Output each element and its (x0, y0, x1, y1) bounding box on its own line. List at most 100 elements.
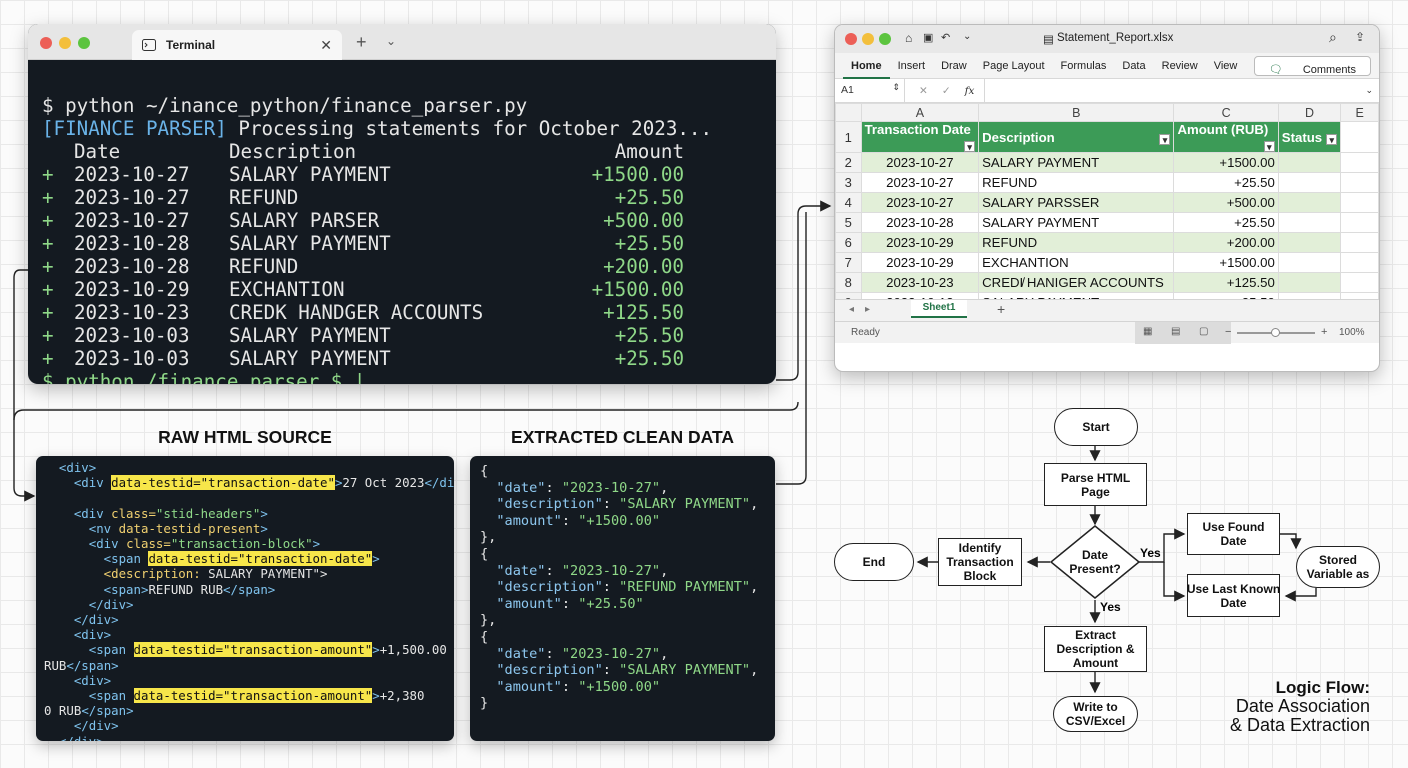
new-tab-icon[interactable]: + (356, 32, 367, 53)
status-cell[interactable] (1277, 192, 1342, 213)
status-cell[interactable] (1277, 212, 1342, 233)
close-window-button[interactable] (40, 37, 52, 49)
row-header[interactable]: 5 (835, 212, 862, 233)
empty-cell[interactable] (1340, 152, 1379, 173)
date-cell[interactable]: 2023-10-23 (860, 272, 980, 293)
spreadsheet-grid[interactable]: A B C D E 1 Transaction Date ▾ Description ▾ Amoun… (835, 103, 1379, 299)
zoom-slider-handle[interactable] (1271, 328, 1280, 337)
confirm-icon[interactable]: ✓ (942, 85, 951, 97)
row-header[interactable]: 2 (835, 152, 862, 173)
terminal-tab[interactable]: Terminal ✕ (132, 30, 342, 60)
ribbon-tab-page-layout[interactable]: Page Layout (975, 53, 1053, 79)
ribbon-tab-data[interactable]: Data (1114, 53, 1153, 79)
status-cell[interactable] (1277, 172, 1342, 193)
empty-cell[interactable] (1340, 121, 1379, 153)
status-cell[interactable] (1277, 232, 1342, 253)
date-cell[interactable]: 2023-10-29 (860, 232, 980, 253)
undo-icon[interactable]: ↶ (941, 31, 950, 44)
table-header-cell[interactable]: Status ▾ (1277, 121, 1342, 153)
amount-cell[interactable]: +200.00 (1173, 232, 1279, 253)
terminal-output[interactable]: $ python ~/inance_python/finance_parser.… (28, 60, 776, 384)
filter-dropdown-icon[interactable]: ▾ (1326, 133, 1338, 145)
chevron-down-icon[interactable]: ⌄ (386, 34, 396, 48)
cancel-icon[interactable]: ✕ (919, 85, 928, 97)
description-cell[interactable]: REFUND (978, 172, 1175, 193)
amount-cell[interactable]: +25.50 (1173, 172, 1279, 193)
status-cell[interactable] (1277, 152, 1342, 173)
close-window-button[interactable] (845, 33, 857, 45)
ribbon-tab-review[interactable]: Review (1154, 53, 1206, 79)
comments-button[interactable]: 🗨 Comments (1253, 56, 1371, 76)
amount-cell[interactable]: +125.50 (1173, 272, 1279, 293)
chevron-down-icon[interactable]: ⌄ (1365, 85, 1373, 96)
row-header[interactable]: 3 (835, 172, 862, 193)
select-all-corner[interactable] (835, 103, 862, 122)
maximize-window-button[interactable] (879, 33, 891, 45)
row-header[interactable]: 7 (835, 252, 862, 273)
empty-cell[interactable] (1340, 172, 1379, 193)
sheet-tab[interactable]: Sheet1 (911, 300, 967, 318)
save-icon[interactable]: ▣ (923, 31, 933, 44)
empty-cell[interactable] (1340, 252, 1379, 273)
filter-dropdown-icon[interactable]: ▾ (1159, 133, 1171, 145)
zoom-in-button[interactable]: + (1321, 326, 1327, 338)
description-cell[interactable]: REFUND (978, 232, 1175, 253)
scroll-right-icon[interactable]: ▸ (865, 304, 870, 315)
terminal-prompt[interactable]: $ python /finance_parser $ | (42, 370, 762, 384)
close-tab-icon[interactable]: ✕ (320, 37, 332, 54)
maximize-window-button[interactable] (78, 37, 90, 49)
minimize-window-button[interactable] (59, 37, 71, 49)
column-header[interactable]: E (1340, 103, 1379, 122)
search-icon[interactable]: ⌕ (1329, 29, 1337, 46)
ribbon-tab-draw[interactable]: Draw (933, 53, 975, 79)
description-cell[interactable]: SALARY PARSSER (978, 192, 1175, 213)
amount-cell[interactable]: +1500.00 (1173, 252, 1279, 273)
amount-cell[interactable]: +1500.00 (1173, 152, 1279, 173)
scroll-left-icon[interactable]: ◂ (849, 304, 854, 315)
minimize-window-button[interactable] (862, 33, 874, 45)
date-cell[interactable]: 2023-10-27 (860, 192, 980, 213)
amount-cell[interactable]: +500.00 (1173, 192, 1279, 213)
amount-cell[interactable]: +25.50 (1173, 212, 1279, 233)
ribbon-tab-view[interactable]: View (1206, 53, 1246, 79)
table-header-cell[interactable]: Description ▾ (978, 121, 1175, 153)
row-header[interactable]: 6 (835, 232, 862, 253)
column-header[interactable]: B (978, 103, 1175, 122)
page-layout-icon[interactable]: ▤ (1171, 326, 1180, 337)
ribbon-tab-formulas[interactable]: Formulas (1053, 53, 1115, 79)
ribbon-tab-insert[interactable]: Insert (890, 53, 934, 79)
date-cell[interactable]: 2023-10-27 (860, 172, 980, 193)
status-cell[interactable] (1277, 272, 1342, 293)
empty-cell[interactable] (1340, 232, 1379, 253)
column-header[interactable]: A (860, 103, 980, 122)
date-cell[interactable]: 2023-10-27 (860, 152, 980, 173)
clean-data-code[interactable]: { "date": "2023-10-27", "description": "… (470, 456, 775, 741)
zoom-out-button[interactable]: − (1225, 326, 1231, 338)
column-header[interactable]: D (1277, 103, 1342, 122)
chevron-down-icon[interactable]: ⌄ (963, 31, 971, 42)
row-header[interactable]: 1 (835, 121, 862, 153)
description-cell[interactable]: SALARY PAYMENT (978, 212, 1175, 233)
date-cell[interactable]: 2023-10-29 (860, 252, 980, 273)
row-header[interactable]: 4 (835, 192, 862, 213)
filter-dropdown-icon[interactable]: ▾ (1263, 141, 1275, 152)
status-cell[interactable] (1277, 252, 1342, 273)
row-header[interactable]: 8 (835, 272, 862, 293)
filter-dropdown-icon[interactable]: ▾ (964, 141, 976, 152)
empty-cell[interactable] (1340, 212, 1379, 233)
home-icon[interactable]: ⌂ (905, 31, 912, 45)
description-cell[interactable]: SALARY PAYMENT (978, 152, 1175, 173)
function-icon[interactable]: fx (965, 85, 975, 97)
table-header-cell[interactable]: Transaction Date ▾ (860, 121, 980, 153)
empty-cell[interactable] (1340, 272, 1379, 293)
share-icon[interactable]: ⇪ (1355, 30, 1365, 44)
description-cell[interactable]: CREDI̸ HANIGER ACCOUNTS (978, 272, 1175, 293)
normal-view-icon[interactable]: ▦ (1143, 326, 1152, 337)
page-break-icon[interactable]: ▢ (1199, 326, 1208, 337)
empty-cell[interactable] (1340, 192, 1379, 213)
raw-html-code[interactable]: <div> <div data-testid="transaction-date… (36, 456, 454, 741)
name-box[interactable]: A1 ⇕ (835, 79, 905, 102)
add-sheet-button[interactable]: + (997, 301, 1005, 317)
column-header[interactable]: C (1173, 103, 1279, 122)
table-header-cell[interactable]: Amount (RUB) ▾ (1173, 121, 1279, 153)
